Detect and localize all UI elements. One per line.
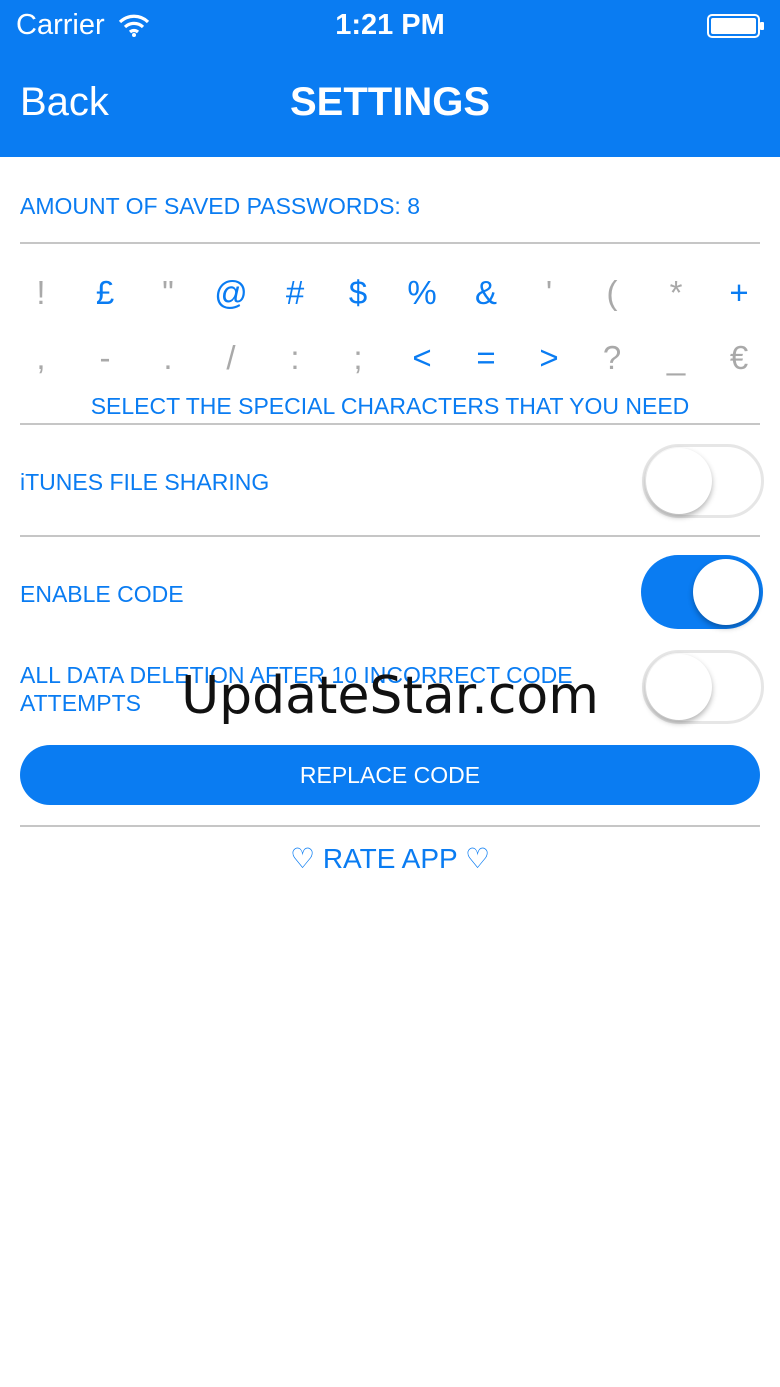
enable-code-label: ENABLE CODE xyxy=(20,581,184,607)
special-char-toggle[interactable]: ( xyxy=(582,274,642,312)
rate-app-button[interactable]: ♡ RATE APP ♡ xyxy=(0,842,780,875)
toggle-knob xyxy=(693,559,759,625)
battery-icon xyxy=(707,14,764,38)
divider xyxy=(20,535,760,537)
special-char-toggle[interactable]: < xyxy=(392,339,452,377)
status-bar: Carrier 1:21 PM xyxy=(0,0,780,54)
special-characters-caption: SELECT THE SPECIAL CHARACTERS THAT YOU N… xyxy=(90,393,690,419)
special-char-toggle[interactable]: " xyxy=(138,274,198,312)
special-char-toggle[interactable]: £ xyxy=(75,274,135,312)
special-char-toggle[interactable]: . xyxy=(138,339,198,377)
navigation-header: Carrier 1:21 PM Back SETTINGS xyxy=(0,0,780,157)
special-char-toggle[interactable]: ? xyxy=(582,339,642,377)
special-char-toggle[interactable]: % xyxy=(392,274,452,312)
special-char-toggle[interactable]: : xyxy=(265,339,325,377)
special-char-toggle[interactable]: @ xyxy=(201,274,261,312)
divider xyxy=(20,825,760,827)
special-char-toggle[interactable]: _ xyxy=(646,339,706,377)
itunes-sharing-toggle[interactable] xyxy=(642,444,764,518)
replace-code-button[interactable]: REPLACE CODE xyxy=(20,745,760,805)
special-char-toggle[interactable]: ! xyxy=(11,274,71,312)
status-time: 1:21 PM xyxy=(335,9,445,41)
special-char-toggle[interactable]: # xyxy=(265,274,325,312)
divider xyxy=(20,242,760,244)
special-char-toggle[interactable]: € xyxy=(709,339,769,377)
itunes-sharing-label: iTUNES FILE SHARING xyxy=(20,469,270,495)
special-char-toggle[interactable]: , xyxy=(11,339,71,377)
page-title: SETTINGS xyxy=(289,80,491,124)
special-char-toggle[interactable]: ' xyxy=(519,274,579,312)
special-char-toggle[interactable]: = xyxy=(456,339,516,377)
special-char-toggle[interactable]: + xyxy=(709,274,769,312)
toggle-knob xyxy=(646,448,712,514)
enable-code-toggle[interactable] xyxy=(641,555,763,629)
special-char-toggle[interactable]: - xyxy=(75,339,135,377)
watermark: UpdateStar.com xyxy=(181,666,599,726)
special-char-toggle[interactable]: / xyxy=(201,339,261,377)
special-char-toggle[interactable]: $ xyxy=(328,274,388,312)
divider xyxy=(20,423,760,425)
saved-passwords-label: AMOUNT OF SAVED PASSWORDS: 8 xyxy=(20,193,421,219)
special-char-toggle[interactable]: & xyxy=(456,274,516,312)
special-char-toggle[interactable]: > xyxy=(519,339,579,377)
special-char-toggle[interactable]: ; xyxy=(328,339,388,377)
special-char-toggle[interactable]: * xyxy=(646,274,706,312)
